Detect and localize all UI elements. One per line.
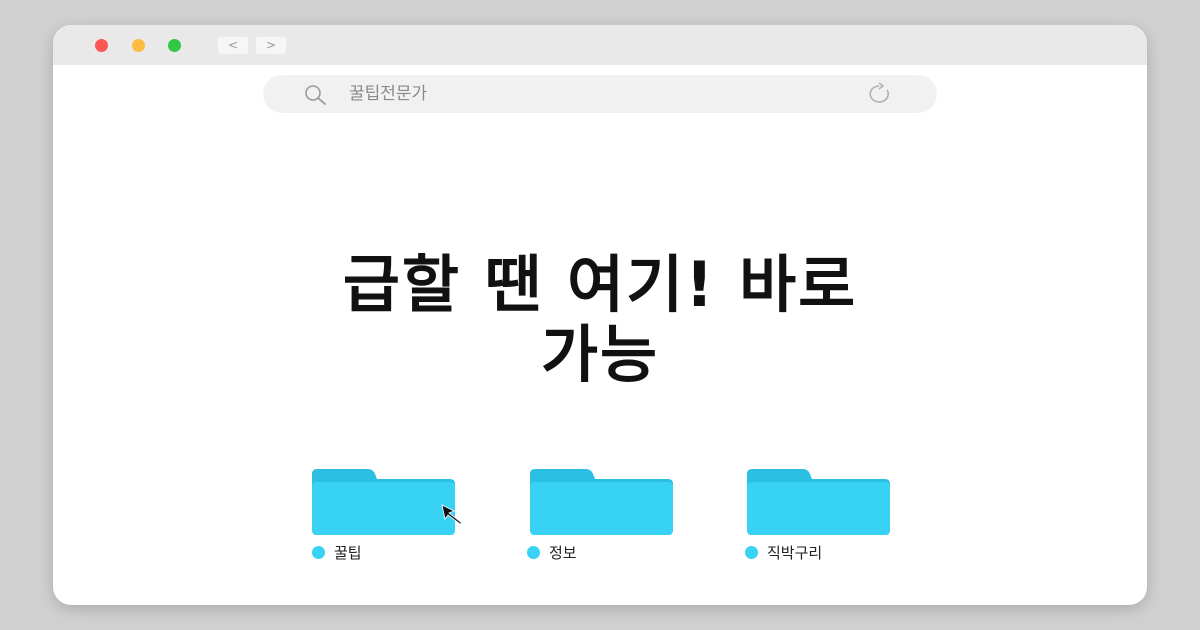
zoom-button[interactable] (168, 39, 181, 52)
headline-line-1: 급할 땐 여기! 바로 (342, 248, 858, 321)
minimize-button[interactable] (132, 39, 145, 52)
folder-label-kkultip[interactable]: 꿀팁 (312, 543, 362, 563)
browser-window: < > 꿀팁전문가 급할 땐 여기! 바로 가능 꿀팁 정보 직박구리 (53, 25, 1147, 605)
reload-icon[interactable] (859, 82, 899, 106)
search-icon (301, 83, 329, 107)
folder-icon[interactable] (745, 468, 891, 536)
search-bar[interactable]: 꿀팁전문가 (263, 75, 937, 113)
headline-line-2: 가능 (540, 318, 660, 391)
page-headline: 급할 땐 여기! 바로 가능 (53, 250, 1147, 390)
folder-bullet (312, 546, 325, 559)
folder-label-jeongbo[interactable]: 정보 (527, 543, 577, 563)
folder-icon[interactable] (310, 468, 456, 536)
close-button[interactable] (95, 39, 108, 52)
title-bar: < > (53, 25, 1147, 65)
back-button[interactable]: < (218, 37, 248, 54)
folder-bullet (745, 546, 758, 559)
search-query: 꿀팁전문가 (349, 84, 428, 104)
forward-button[interactable]: > (256, 37, 286, 54)
mouse-pointer-icon (440, 503, 468, 525)
folder-label-jikbakguri[interactable]: 직박구리 (745, 543, 822, 563)
folder-bullet (527, 546, 540, 559)
folder-icon[interactable] (528, 468, 674, 536)
